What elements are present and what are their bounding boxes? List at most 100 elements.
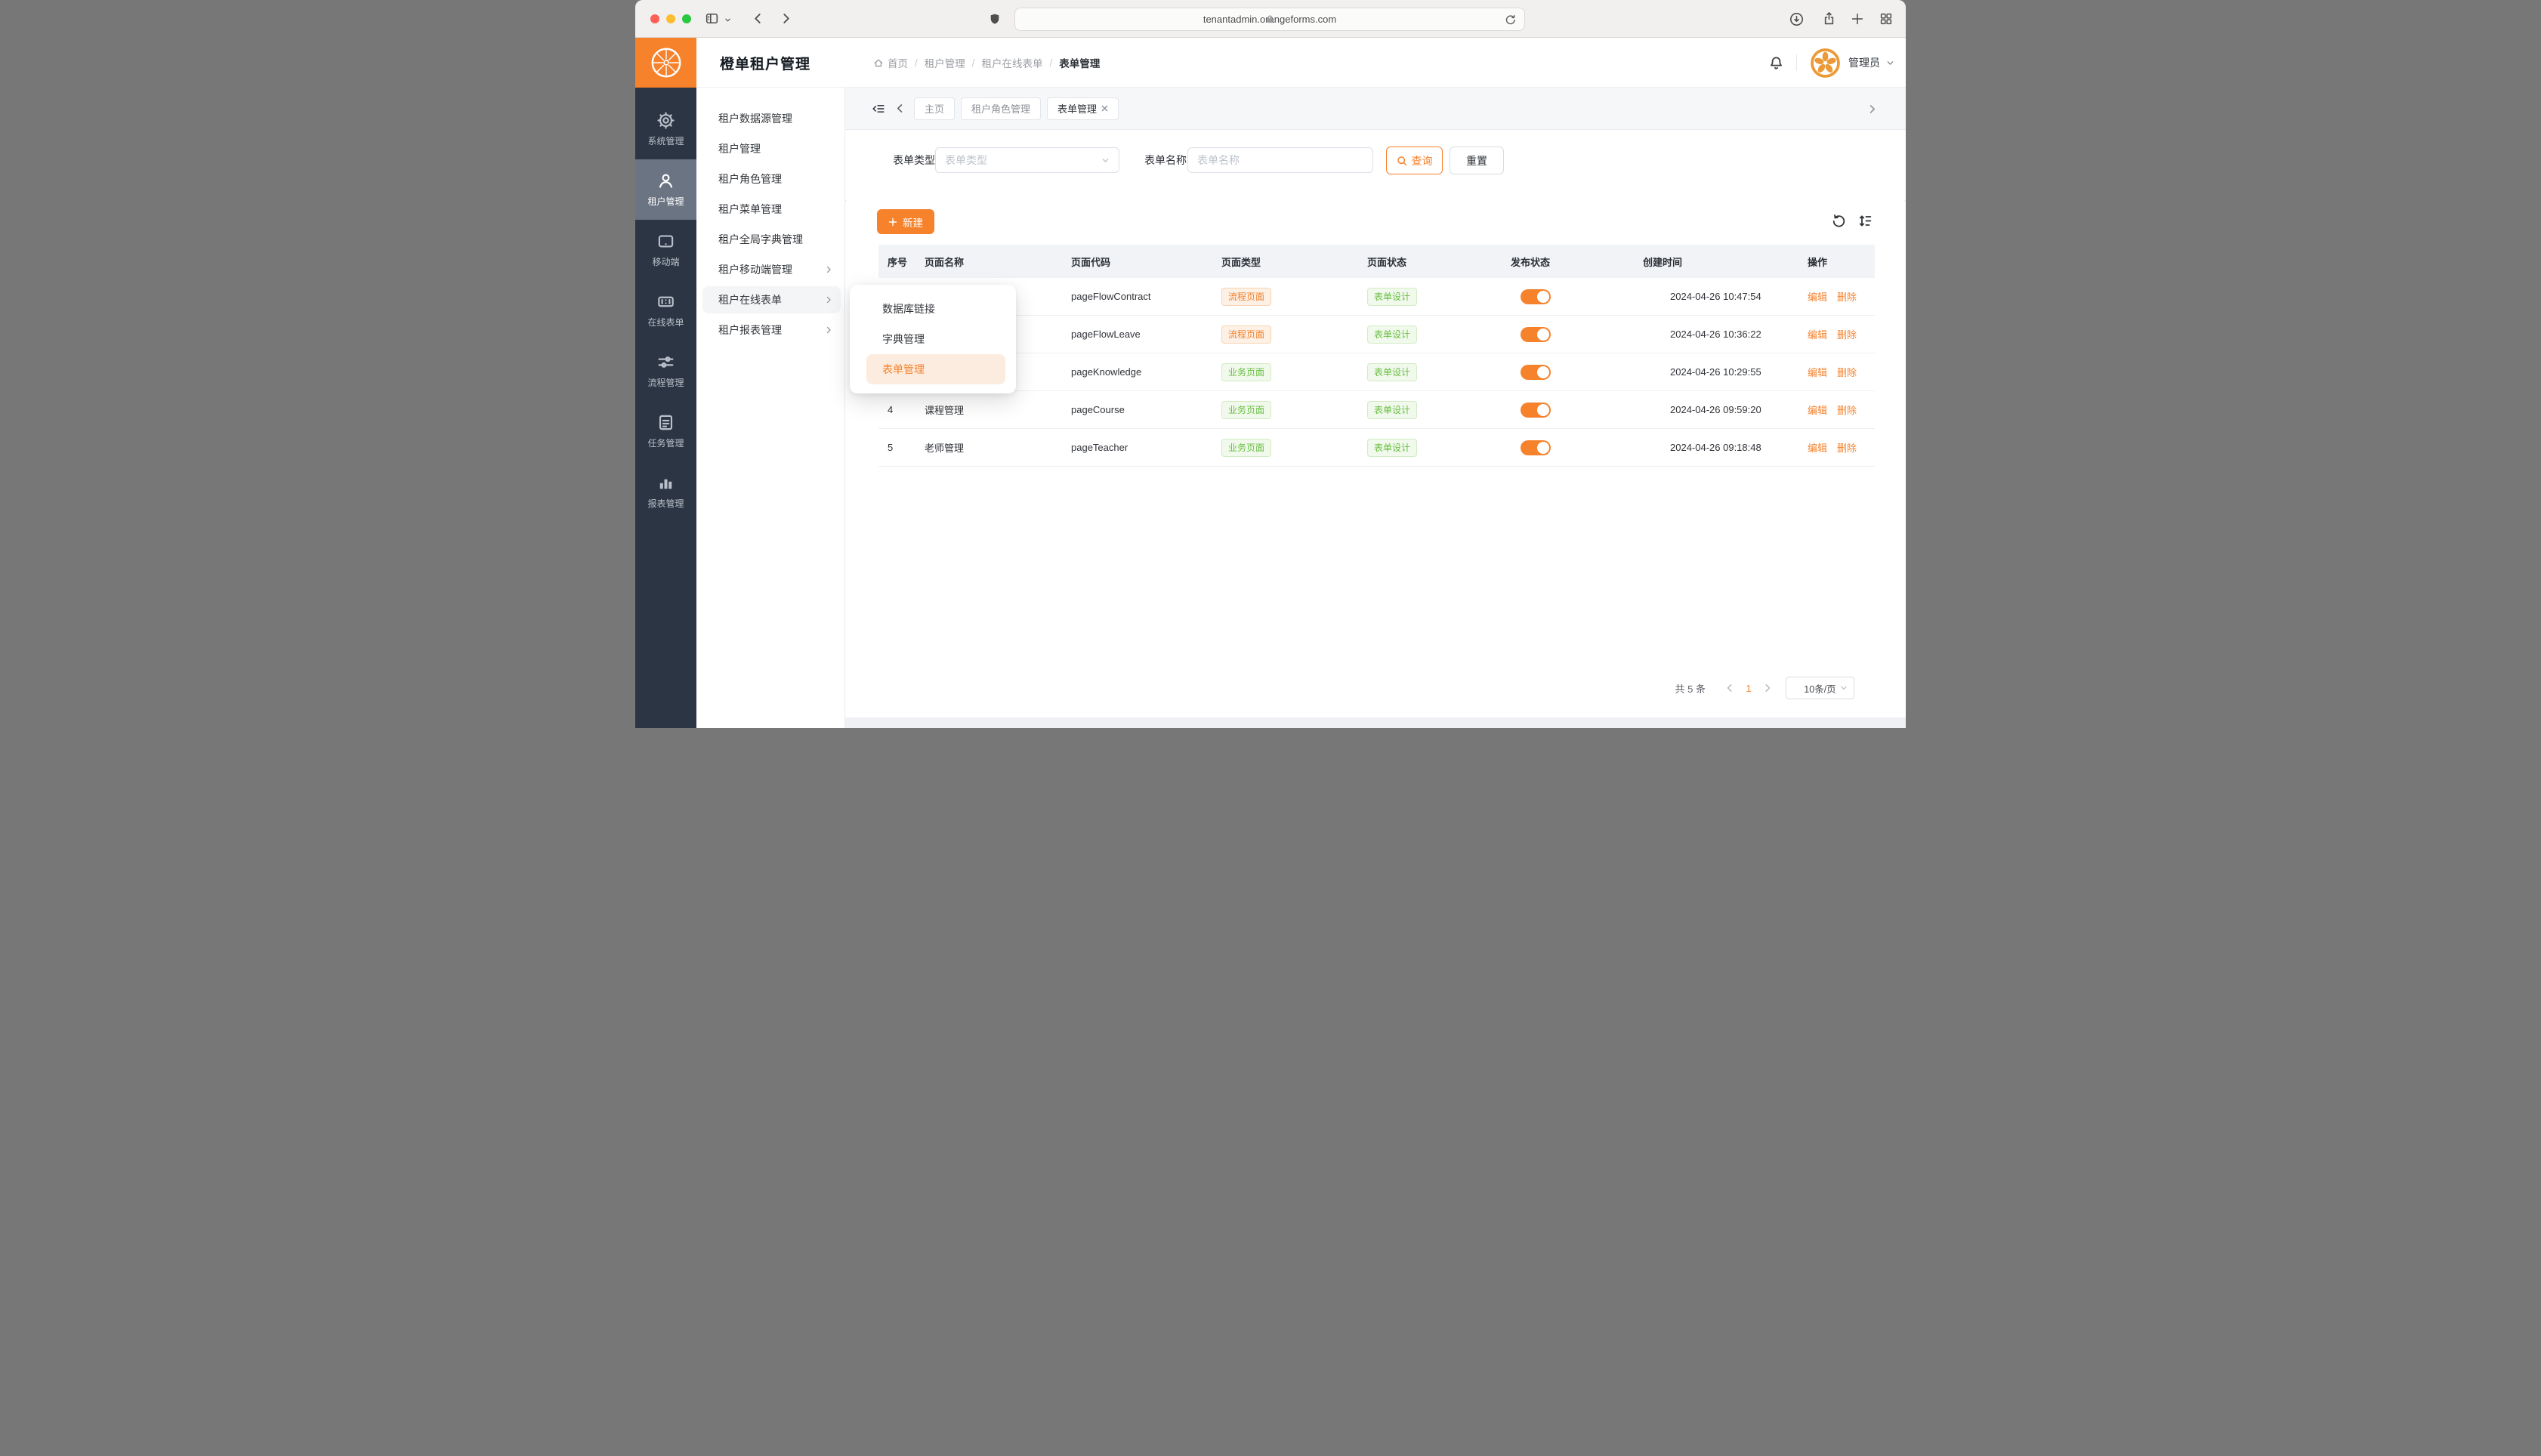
edit-link[interactable]: 编辑 [1808, 292, 1827, 303]
sidebar-item-1[interactable]: 租户管理 [696, 134, 844, 164]
tab-scroll-right-icon[interactable] [1867, 104, 1877, 114]
rail-item-1[interactable]: 租户管理 [635, 159, 696, 220]
new-tab-icon[interactable] [1851, 12, 1864, 26]
close-window-button[interactable] [650, 14, 659, 23]
tab-0[interactable]: 主页 [914, 97, 955, 120]
row-height-settings-icon[interactable] [1858, 214, 1873, 228]
sidebar-item-7[interactable]: 租户报表管理 [696, 315, 844, 345]
prev-page-icon[interactable] [1725, 683, 1734, 693]
publish-toggle[interactable] [1521, 440, 1551, 455]
form-name-input[interactable] [1187, 147, 1373, 173]
forward-icon[interactable] [780, 13, 792, 24]
zoom-window-button[interactable] [682, 14, 691, 23]
rail-item-5[interactable]: 任务管理 [635, 401, 696, 461]
tab-scroll-left-icon[interactable] [895, 103, 905, 113]
collapse-menu-icon[interactable] [872, 102, 885, 116]
publish-toggle[interactable] [1521, 289, 1551, 304]
flyout-item-2[interactable]: 表单管理 [866, 354, 1005, 384]
cell-publish [1502, 403, 1634, 418]
form-type-label: 表单类型 [893, 153, 935, 168]
page-size-select[interactable]: 10条/页 [1786, 677, 1854, 699]
form-type-select[interactable]: 表单类型 [935, 147, 1119, 173]
page-number[interactable]: 1 [1734, 683, 1763, 694]
refresh-icon[interactable] [1832, 214, 1846, 228]
rail-item-label: 流程管理 [647, 376, 684, 389]
close-icon[interactable] [1101, 105, 1108, 112]
edit-link[interactable]: 编辑 [1808, 405, 1827, 416]
flyout-item-1[interactable]: 字典管理 [850, 324, 1016, 354]
edit-link[interactable]: 编辑 [1808, 329, 1827, 341]
delete-link[interactable]: 删除 [1837, 367, 1857, 378]
toggle-knob [1537, 329, 1549, 341]
flyout-item-0[interactable]: 数据库链接 [850, 294, 1016, 324]
cell-page-type: 流程页面 [1212, 325, 1358, 344]
content-blocker-shield-icon[interactable] [989, 12, 1001, 26]
avatar[interactable] [1809, 47, 1842, 79]
rail-item-4[interactable]: 流程管理 [635, 341, 696, 401]
cell-page-type: 业务页面 [1212, 363, 1358, 381]
breadcrumb-item[interactable]: 首页 [873, 55, 908, 70]
tab-label: 主页 [925, 101, 944, 116]
sidebar-item-label: 租户菜单管理 [718, 203, 782, 215]
table-row: pageFlowLeave流程页面表单设计2024-04-26 10:36:22… [878, 316, 1875, 353]
edit-link[interactable]: 编辑 [1808, 367, 1827, 378]
breadcrumb-item[interactable]: 租户在线表单 [982, 55, 1043, 70]
publish-toggle[interactable] [1521, 327, 1551, 342]
toggle-knob [1537, 404, 1549, 416]
chevron-down-icon [1840, 684, 1848, 692]
chevron-down-icon[interactable] [1886, 59, 1894, 67]
task-icon [657, 414, 675, 431]
chevron-down-icon[interactable] [724, 17, 731, 23]
cell-index: 5 [878, 442, 915, 453]
publish-toggle[interactable] [1521, 365, 1551, 380]
search-button[interactable]: 查询 [1386, 147, 1443, 174]
sidebar-item-2[interactable]: 租户角色管理 [696, 164, 844, 194]
sidebar-item-4[interactable]: 租户全局字典管理 [696, 224, 844, 254]
rail-item-3[interactable]: 在线表单 [635, 280, 696, 341]
delete-link[interactable]: 删除 [1837, 405, 1857, 416]
tab-overview-icon[interactable] [1879, 12, 1893, 26]
browser-chrome: tenantadmin.orangeforms.com [635, 0, 1906, 38]
column-header: 创建时间 [1634, 254, 1798, 269]
tab-2[interactable]: 表单管理 [1047, 97, 1119, 120]
delete-link[interactable]: 删除 [1837, 443, 1857, 454]
form-name-label: 表单名称 [1144, 153, 1187, 168]
edit-link[interactable]: 编辑 [1808, 443, 1827, 454]
breadcrumb-item[interactable]: 租户管理 [925, 55, 965, 70]
rail-item-2[interactable]: 移动端 [635, 220, 696, 280]
delete-link[interactable]: 删除 [1837, 292, 1857, 303]
user-name[interactable]: 管理员 [1848, 55, 1880, 70]
page-type-tag: 业务页面 [1221, 401, 1271, 419]
sidebar-item-label: 租户管理 [718, 143, 761, 155]
delete-link[interactable]: 删除 [1837, 329, 1857, 341]
browser-sidebar-icon[interactable] [705, 12, 719, 25]
search-icon [1397, 156, 1407, 166]
bell-icon[interactable] [1769, 56, 1783, 70]
next-page-icon[interactable] [1763, 683, 1772, 693]
address-bar[interactable]: tenantadmin.orangeforms.com [1014, 8, 1525, 31]
table-row: 5老师管理pageTeacher业务页面表单设计2024-04-26 09:18… [878, 429, 1875, 467]
chevron-down-icon [1101, 156, 1110, 165]
rail-item-label: 报表管理 [647, 497, 684, 510]
sidebar-item-5[interactable]: 租户移动端管理 [696, 254, 844, 285]
breadcrumb-current[interactable]: 表单管理 [1059, 55, 1100, 70]
reload-icon[interactable] [1505, 14, 1516, 26]
sidebar-item-3[interactable]: 租户菜单管理 [696, 194, 844, 224]
app-logo [635, 38, 696, 88]
page-code: pageCourse [1071, 404, 1125, 415]
table-row: pageFlowContract流程页面表单设计2024-04-26 10:47… [878, 278, 1875, 316]
app-header: 橙单租户管理 首页/租户管理/租户在线表单/表单管理 管理员 [696, 38, 1906, 88]
rail-item-6[interactable]: 报表管理 [635, 461, 696, 522]
publish-toggle[interactable] [1521, 403, 1551, 418]
minimize-window-button[interactable] [666, 14, 675, 23]
reset-button[interactable]: 重置 [1450, 147, 1504, 174]
sidebar-item-0[interactable]: 租户数据源管理 [696, 103, 844, 134]
back-icon[interactable] [752, 13, 764, 24]
downloads-icon[interactable] [1789, 12, 1804, 26]
rail-item-0[interactable]: 系统管理 [635, 99, 696, 159]
cell-actions: 编辑删除 [1798, 403, 1875, 417]
share-icon[interactable] [1822, 11, 1836, 26]
tab-1[interactable]: 租户角色管理 [961, 97, 1041, 120]
sidebar-item-6[interactable]: 租户在线表单 [696, 285, 844, 315]
create-button[interactable]: 新建 [877, 209, 934, 234]
